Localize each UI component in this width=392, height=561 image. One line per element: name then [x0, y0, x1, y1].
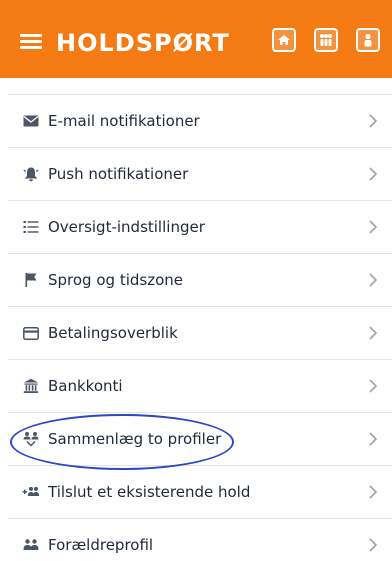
group-icon	[22, 537, 40, 553]
chevron-right-icon	[368, 166, 378, 182]
chevron-right-icon	[368, 484, 378, 500]
app: HOLDSPØRT E-mail notifikationer Push not…	[0, 0, 392, 561]
chevron-right-icon	[368, 537, 378, 553]
add-group-icon	[22, 484, 40, 500]
team-icon[interactable]	[314, 28, 338, 52]
chevron-right-icon	[368, 272, 378, 288]
highlight-annotation-ellipse	[10, 414, 234, 470]
menu-item-overview-settings[interactable]: Oversigt-indstillinger	[8, 201, 392, 254]
menu-item-label: Forældreprofil	[48, 536, 154, 554]
menu-item-join-existing-team[interactable]: Tilslut et eksisterende hold	[8, 466, 392, 519]
profile-icon[interactable]	[356, 28, 380, 52]
menu-item-payment-overview[interactable]: Betalingsoverblik	[8, 307, 392, 360]
home-icon[interactable]	[272, 28, 296, 52]
top-bar: HOLDSPØRT	[0, 0, 392, 78]
brand-logo: HOLDSPØRT	[56, 29, 230, 57]
list-icon	[22, 219, 40, 235]
menu-item-label: Tilslut et eksisterende hold	[48, 483, 251, 501]
menu-item-language-timezone[interactable]: Sprog og tidszone	[8, 254, 392, 307]
chevron-right-icon	[368, 378, 378, 394]
bank-icon	[22, 378, 40, 394]
envelope-icon	[22, 113, 40, 129]
menu-item-label: Oversigt-indstillinger	[48, 218, 205, 236]
menu-item-push-notifications[interactable]: Push notifikationer	[8, 148, 392, 201]
hamburger-menu-icon[interactable]	[20, 34, 42, 50]
chevron-right-icon	[368, 325, 378, 341]
chevron-right-icon	[368, 431, 378, 447]
menu-item-email-notifications[interactable]: E-mail notifikationer	[8, 95, 392, 148]
menu-item-label: Sprog og tidszone	[48, 271, 183, 289]
menu-item-parent-profile[interactable]: Forældreprofil	[8, 519, 392, 561]
menu-item-label: Push notifikationer	[48, 165, 189, 183]
chevron-right-icon	[368, 219, 378, 235]
menu-item-bank-accounts[interactable]: Bankkonti	[8, 360, 392, 413]
menu-item-label: Bankkonti	[48, 377, 123, 395]
menu-item-label: Betalingsoverblik	[48, 324, 178, 342]
chevron-right-icon	[368, 113, 378, 129]
settings-menu: E-mail notifikationer Push notifikatione…	[8, 94, 392, 561]
flag-icon	[22, 272, 40, 288]
bell-icon	[22, 166, 40, 182]
menu-item-label: E-mail notifikationer	[48, 112, 200, 130]
card-icon	[22, 325, 40, 341]
